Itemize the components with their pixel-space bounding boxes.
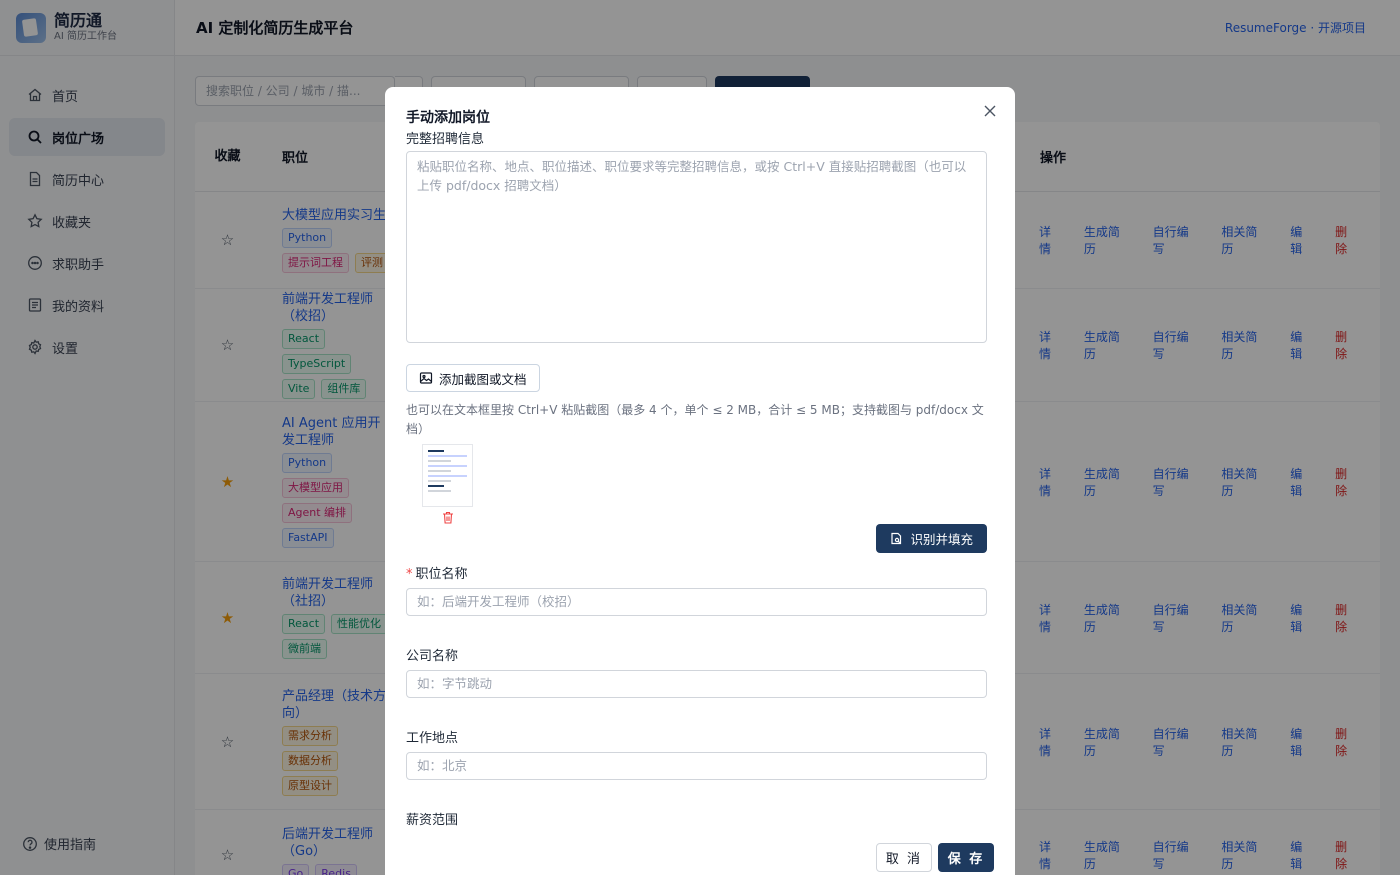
company-name-label: 公司名称	[406, 649, 459, 664]
image-icon	[419, 372, 433, 384]
close-icon[interactable]	[983, 104, 997, 118]
required-mark: *	[406, 567, 413, 582]
add-attachment-label: 添加截图或文档	[439, 371, 527, 387]
cancel-button[interactable]: 取 消	[876, 843, 932, 872]
recognize-fill-button[interactable]: 识别并填充	[876, 524, 987, 553]
full-info-textarea[interactable]: 粘贴职位名称、地点、职位描述、职位要求等完整招聘信息，或按 Ctrl+V 直接贴…	[406, 151, 987, 343]
position-name-label-text: 职位名称	[415, 567, 468, 582]
attachment-hint: 也可以在文本框里按 Ctrl+V 粘贴截图（最多 4 个，单个 ≤ 2 MB，合…	[406, 403, 984, 436]
modal-footer: 取 消 保 存	[876, 843, 994, 872]
save-button[interactable]: 保 存	[938, 843, 994, 872]
location-label: 工作地点	[406, 731, 459, 746]
position-name-input[interactable]: 如：后端开发工程师（校招）	[406, 588, 987, 616]
location-input[interactable]: 如：北京	[406, 752, 987, 780]
attachment-thumbnail[interactable]	[422, 444, 474, 524]
add-job-modal: 手动添加岗位 完整招聘信息 粘贴职位名称、地点、职位描述、职位要求等完整招聘信息…	[385, 87, 1015, 875]
company-name-input[interactable]: 如：字节跳动	[406, 670, 987, 698]
scan-document-icon	[891, 532, 902, 545]
position-name-label: * 职位名称	[406, 563, 987, 583]
add-attachment-button[interactable]: 添加截图或文档	[406, 364, 540, 392]
recognize-fill-label: 识别并填充	[910, 532, 973, 547]
trash-icon[interactable]	[442, 511, 454, 524]
full-info-label: 完整招聘信息	[406, 132, 485, 147]
salary-range-label: 薪资范围	[406, 813, 459, 828]
attachment-preview-image	[422, 444, 473, 507]
recognize-row: 识别并填充	[406, 524, 987, 553]
modal-title: 手动添加岗位	[406, 110, 490, 126]
